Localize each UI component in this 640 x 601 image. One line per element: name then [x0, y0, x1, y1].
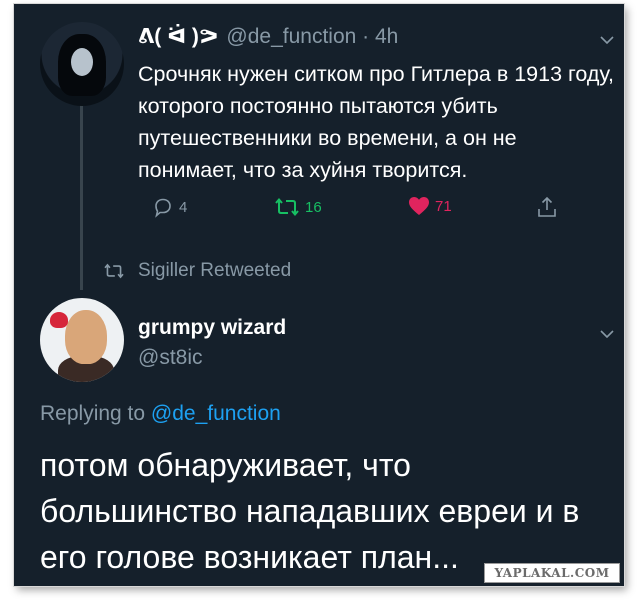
retweet-button[interactable]: 16: [274, 196, 322, 218]
author-display-name[interactable]: ᕕ( ᐛ )ᕗ: [138, 24, 218, 49]
replying-to-mention-link[interactable]: @de_function: [151, 402, 281, 425]
like-button[interactable]: 71: [408, 196, 452, 216]
heart-icon: [409, 197, 429, 215]
tweet-actions-bar: 4 16 71: [138, 196, 598, 224]
avatar-head: [65, 310, 107, 364]
retweet-count: 16: [305, 198, 322, 216]
reply-body-text: потом обнаруживает, что большинство напа…: [40, 447, 580, 575]
chevron-down-icon[interactable]: [600, 330, 614, 338]
avatar-face: [71, 48, 93, 76]
tweet-body-text: Срочняк нужен ситком про Гитлера в 1913 …: [138, 62, 614, 182]
reply-author-handle[interactable]: @st8ic: [138, 346, 203, 370]
thread-connector-line: [80, 96, 83, 290]
site-watermark: YAPLAKAL.COM: [484, 563, 620, 583]
share-button[interactable]: [536, 196, 558, 218]
replying-to-line: Replying to @de_function: [40, 402, 281, 426]
retweeted-by-label[interactable]: Sigiller Retweeted: [138, 260, 291, 282]
replying-to-prefix: Replying to: [40, 402, 146, 425]
avatar-heart-icon: [50, 312, 68, 328]
chevron-down-icon[interactable]: [600, 36, 614, 44]
retweet-icon: [104, 263, 124, 279]
share-icon: [538, 196, 556, 217]
reply-button[interactable]: 4: [152, 196, 187, 218]
retweeted-by-banner: Sigiller Retweeted: [102, 258, 291, 284]
author-avatar[interactable]: [40, 22, 124, 106]
reply-count: 4: [179, 198, 188, 216]
like-count: 71: [435, 197, 452, 215]
reply-icon: [155, 198, 171, 218]
tweet-header: ᕕ( ᐛ )ᕗ @de_function · 4h: [138, 24, 398, 52]
retweet-icon: [275, 197, 299, 217]
reply-author-avatar[interactable]: [40, 298, 124, 382]
reply-author-display-name[interactable]: grumpy wizard: [138, 316, 286, 340]
tweet-thread-screenshot: ᕕ( ᐛ )ᕗ @de_function · 4h Срочняк нужен …: [14, 4, 624, 586]
author-handle-and-time[interactable]: @de_function · 4h: [226, 25, 398, 49]
